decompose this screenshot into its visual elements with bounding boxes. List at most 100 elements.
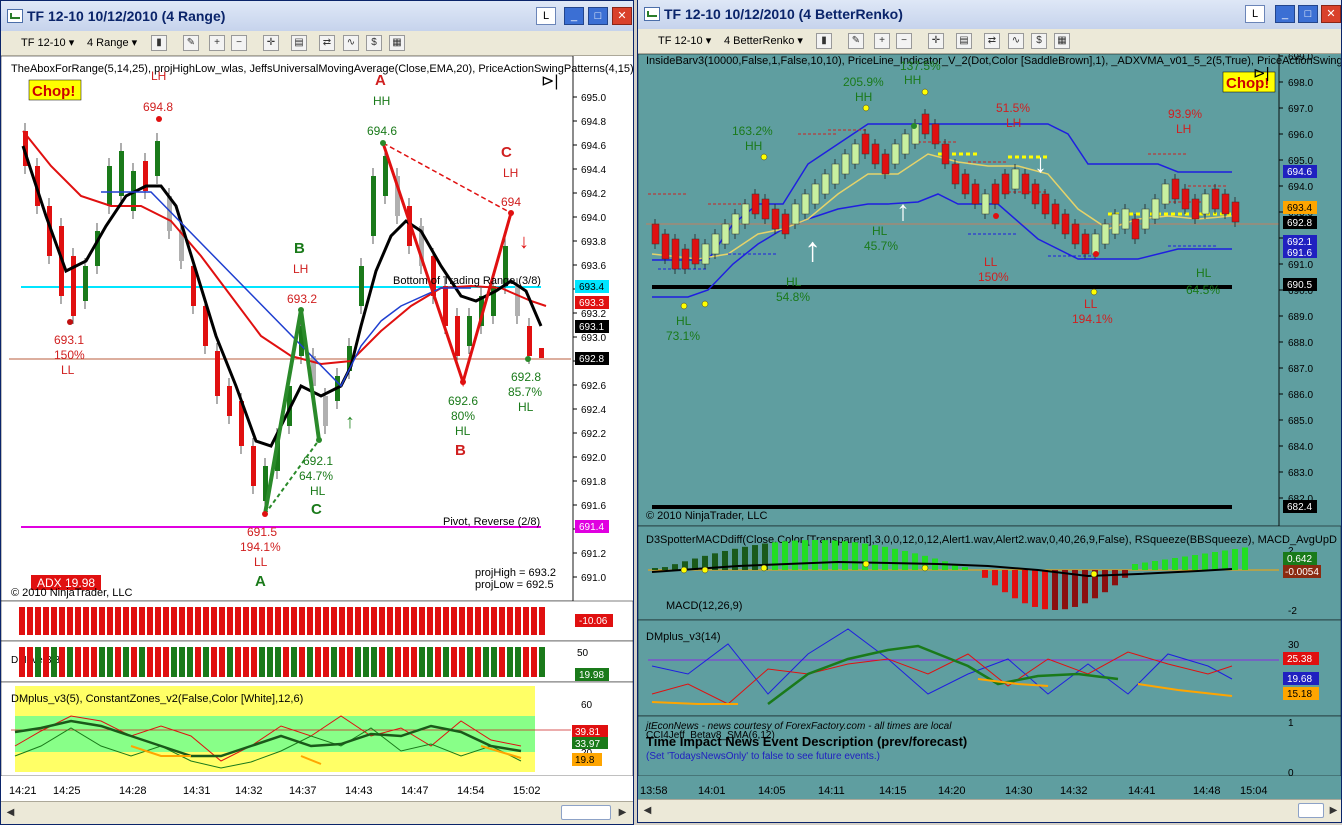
price-tick: 686.0 (1288, 390, 1313, 401)
renko-brick (1071, 223, 1080, 245)
histogram-bar (459, 647, 465, 677)
data-box-icon[interactable]: ▦ (1054, 33, 1070, 49)
histogram-bar (99, 607, 105, 635)
scroll-thumb[interactable] (1298, 803, 1324, 818)
label-93pct: 93.9% (1168, 107, 1202, 121)
histogram-bar (539, 607, 545, 635)
histogram-bar (299, 607, 305, 635)
price-bar (83, 266, 88, 301)
histogram-bar (475, 647, 481, 677)
renko-brick (751, 193, 760, 215)
renko-brick (801, 193, 810, 215)
currency-icon[interactable]: $ (1031, 33, 1047, 49)
strategy-icon[interactable]: ⇄ (984, 33, 1000, 49)
badge-15-18: 15.18 (1287, 689, 1312, 700)
price-tick: 694.0 (1288, 182, 1313, 193)
left-title-bar[interactable]: TF 12-10 10/12/2010 (4 Range) L _ □ ✕ (1, 1, 633, 32)
badge-39-81: 39.81 (575, 727, 600, 738)
price-tick: 691.6 (581, 501, 606, 512)
maximize-icon[interactable]: □ (588, 7, 608, 25)
maximize-icon[interactable]: □ (1298, 5, 1318, 23)
histogram-bar (467, 607, 473, 635)
strategy-icon[interactable]: ⇄ (319, 35, 335, 51)
histogram-bar (59, 647, 65, 677)
bar-type-selector[interactable]: 4 Range ▾ (87, 36, 137, 49)
minimize-icon[interactable]: _ (564, 7, 584, 25)
badge-691-4: 691.4 (579, 522, 604, 533)
histogram-bar (251, 607, 257, 635)
label-73pct: 73.1% (666, 329, 700, 343)
macd-dot (680, 566, 688, 574)
left-price-chart[interactable]: TheAboxForRange(5,14,25), projHighLow_wl… (1, 56, 633, 802)
price-tick: 697.0 (1288, 104, 1313, 115)
label-hl-3: HL (872, 224, 888, 238)
bar-style-icon[interactable]: ▮ (151, 35, 167, 51)
histogram-bar (67, 647, 73, 677)
histogram-bar (267, 647, 273, 677)
price-tick: 694.6 (581, 141, 606, 152)
zoom-in-icon[interactable]: + (209, 35, 225, 51)
zoom-in-icon[interactable]: + (874, 33, 890, 49)
right-scrollbar[interactable]: ◀ ▶ (638, 799, 1341, 822)
price-tick: 691.2 (581, 549, 606, 560)
indicators-icon[interactable]: ∿ (1008, 33, 1024, 49)
macd-bar (1162, 559, 1168, 570)
time-tick: 14:47 (401, 785, 429, 797)
right-title-bar[interactable]: TF 12-10 10/12/2010 (4 BetterRenko) L _ … (638, 0, 1341, 30)
currency-icon[interactable]: $ (366, 35, 382, 51)
link-button[interactable]: L (536, 7, 556, 25)
macd-bar (662, 567, 668, 570)
drawing-tool-icon[interactable]: ✎ (848, 33, 864, 49)
histogram-bar (411, 607, 417, 635)
histogram-bar (155, 607, 161, 635)
label-ll-2: LL (1084, 297, 1098, 311)
badge-682-4: 682.4 (1287, 502, 1312, 513)
scroll-right-icon[interactable]: ⊳| (1253, 65, 1269, 82)
left-chart-window[interactable]: TF 12-10 10/12/2010 (4 Range) L _ □ ✕ TF… (0, 0, 634, 825)
renko-brick (1111, 213, 1120, 235)
close-icon[interactable]: ✕ (1321, 5, 1341, 23)
zoom-out-icon[interactable]: − (231, 35, 247, 51)
label-hh: HH (373, 94, 390, 108)
badge-neg-0-0054: -0.0054 (1285, 567, 1319, 578)
scroll-right-icon[interactable]: ⊳| (541, 73, 559, 90)
price-tick: 693.2 (581, 309, 606, 320)
histogram-bar (395, 647, 401, 677)
scroll-right-arrow-icon[interactable]: ▶ (615, 805, 630, 820)
left-scrollbar[interactable]: ◀ ▶ (1, 801, 633, 824)
minimize-icon[interactable]: _ (1275, 5, 1295, 23)
crosshair-icon[interactable]: ✛ (263, 35, 279, 51)
crosshair-icon[interactable]: ✛ (928, 33, 944, 49)
scroll-thumb[interactable] (561, 805, 611, 820)
renko-brick (901, 133, 910, 155)
indicators-icon[interactable]: ∿ (343, 35, 359, 51)
data-box-icon[interactable]: ▦ (389, 35, 405, 51)
right-price-chart[interactable]: InsideBarv3(10000,False,1,False,10,10), … (638, 54, 1341, 802)
instrument-selector[interactable]: TF 12-10 ▾ (658, 34, 711, 47)
zoom-out-icon[interactable]: − (896, 33, 912, 49)
instrument-selector[interactable]: TF 12-10 ▾ (21, 36, 74, 49)
scroll-left-arrow-icon[interactable]: ◀ (640, 803, 655, 818)
link-button[interactable]: L (1245, 5, 1265, 23)
bar-type-selector[interactable]: 4 BetterRenko ▾ (724, 34, 803, 47)
renko-brick (991, 183, 1000, 205)
properties-icon[interactable]: ▤ (956, 33, 972, 49)
macd-bar (852, 542, 858, 570)
time-tick: 14:54 (457, 785, 485, 797)
histogram-bar (99, 647, 105, 677)
bar-style-icon[interactable]: ▮ (816, 33, 832, 49)
label-ll-left: LL (61, 363, 75, 377)
scroll-right-arrow-icon[interactable]: ▶ (1326, 803, 1341, 818)
price-bar (155, 141, 160, 176)
drawing-tool-icon[interactable]: ✎ (183, 35, 199, 51)
scroll-left-arrow-icon[interactable]: ◀ (3, 805, 18, 820)
histogram-bar (131, 607, 137, 635)
macd-bar (782, 541, 788, 570)
renko-brick (1221, 193, 1230, 215)
histogram-bar (211, 607, 217, 635)
properties-icon[interactable]: ▤ (291, 35, 307, 51)
label-693-2: 693.2 (287, 292, 317, 306)
right-chart-window[interactable]: TF 12-10 10/12/2010 (4 BetterRenko) L _ … (637, 0, 1342, 823)
left-window-title: TF 12-10 10/12/2010 (4 Range) (27, 8, 226, 24)
close-icon[interactable]: ✕ (612, 7, 632, 25)
